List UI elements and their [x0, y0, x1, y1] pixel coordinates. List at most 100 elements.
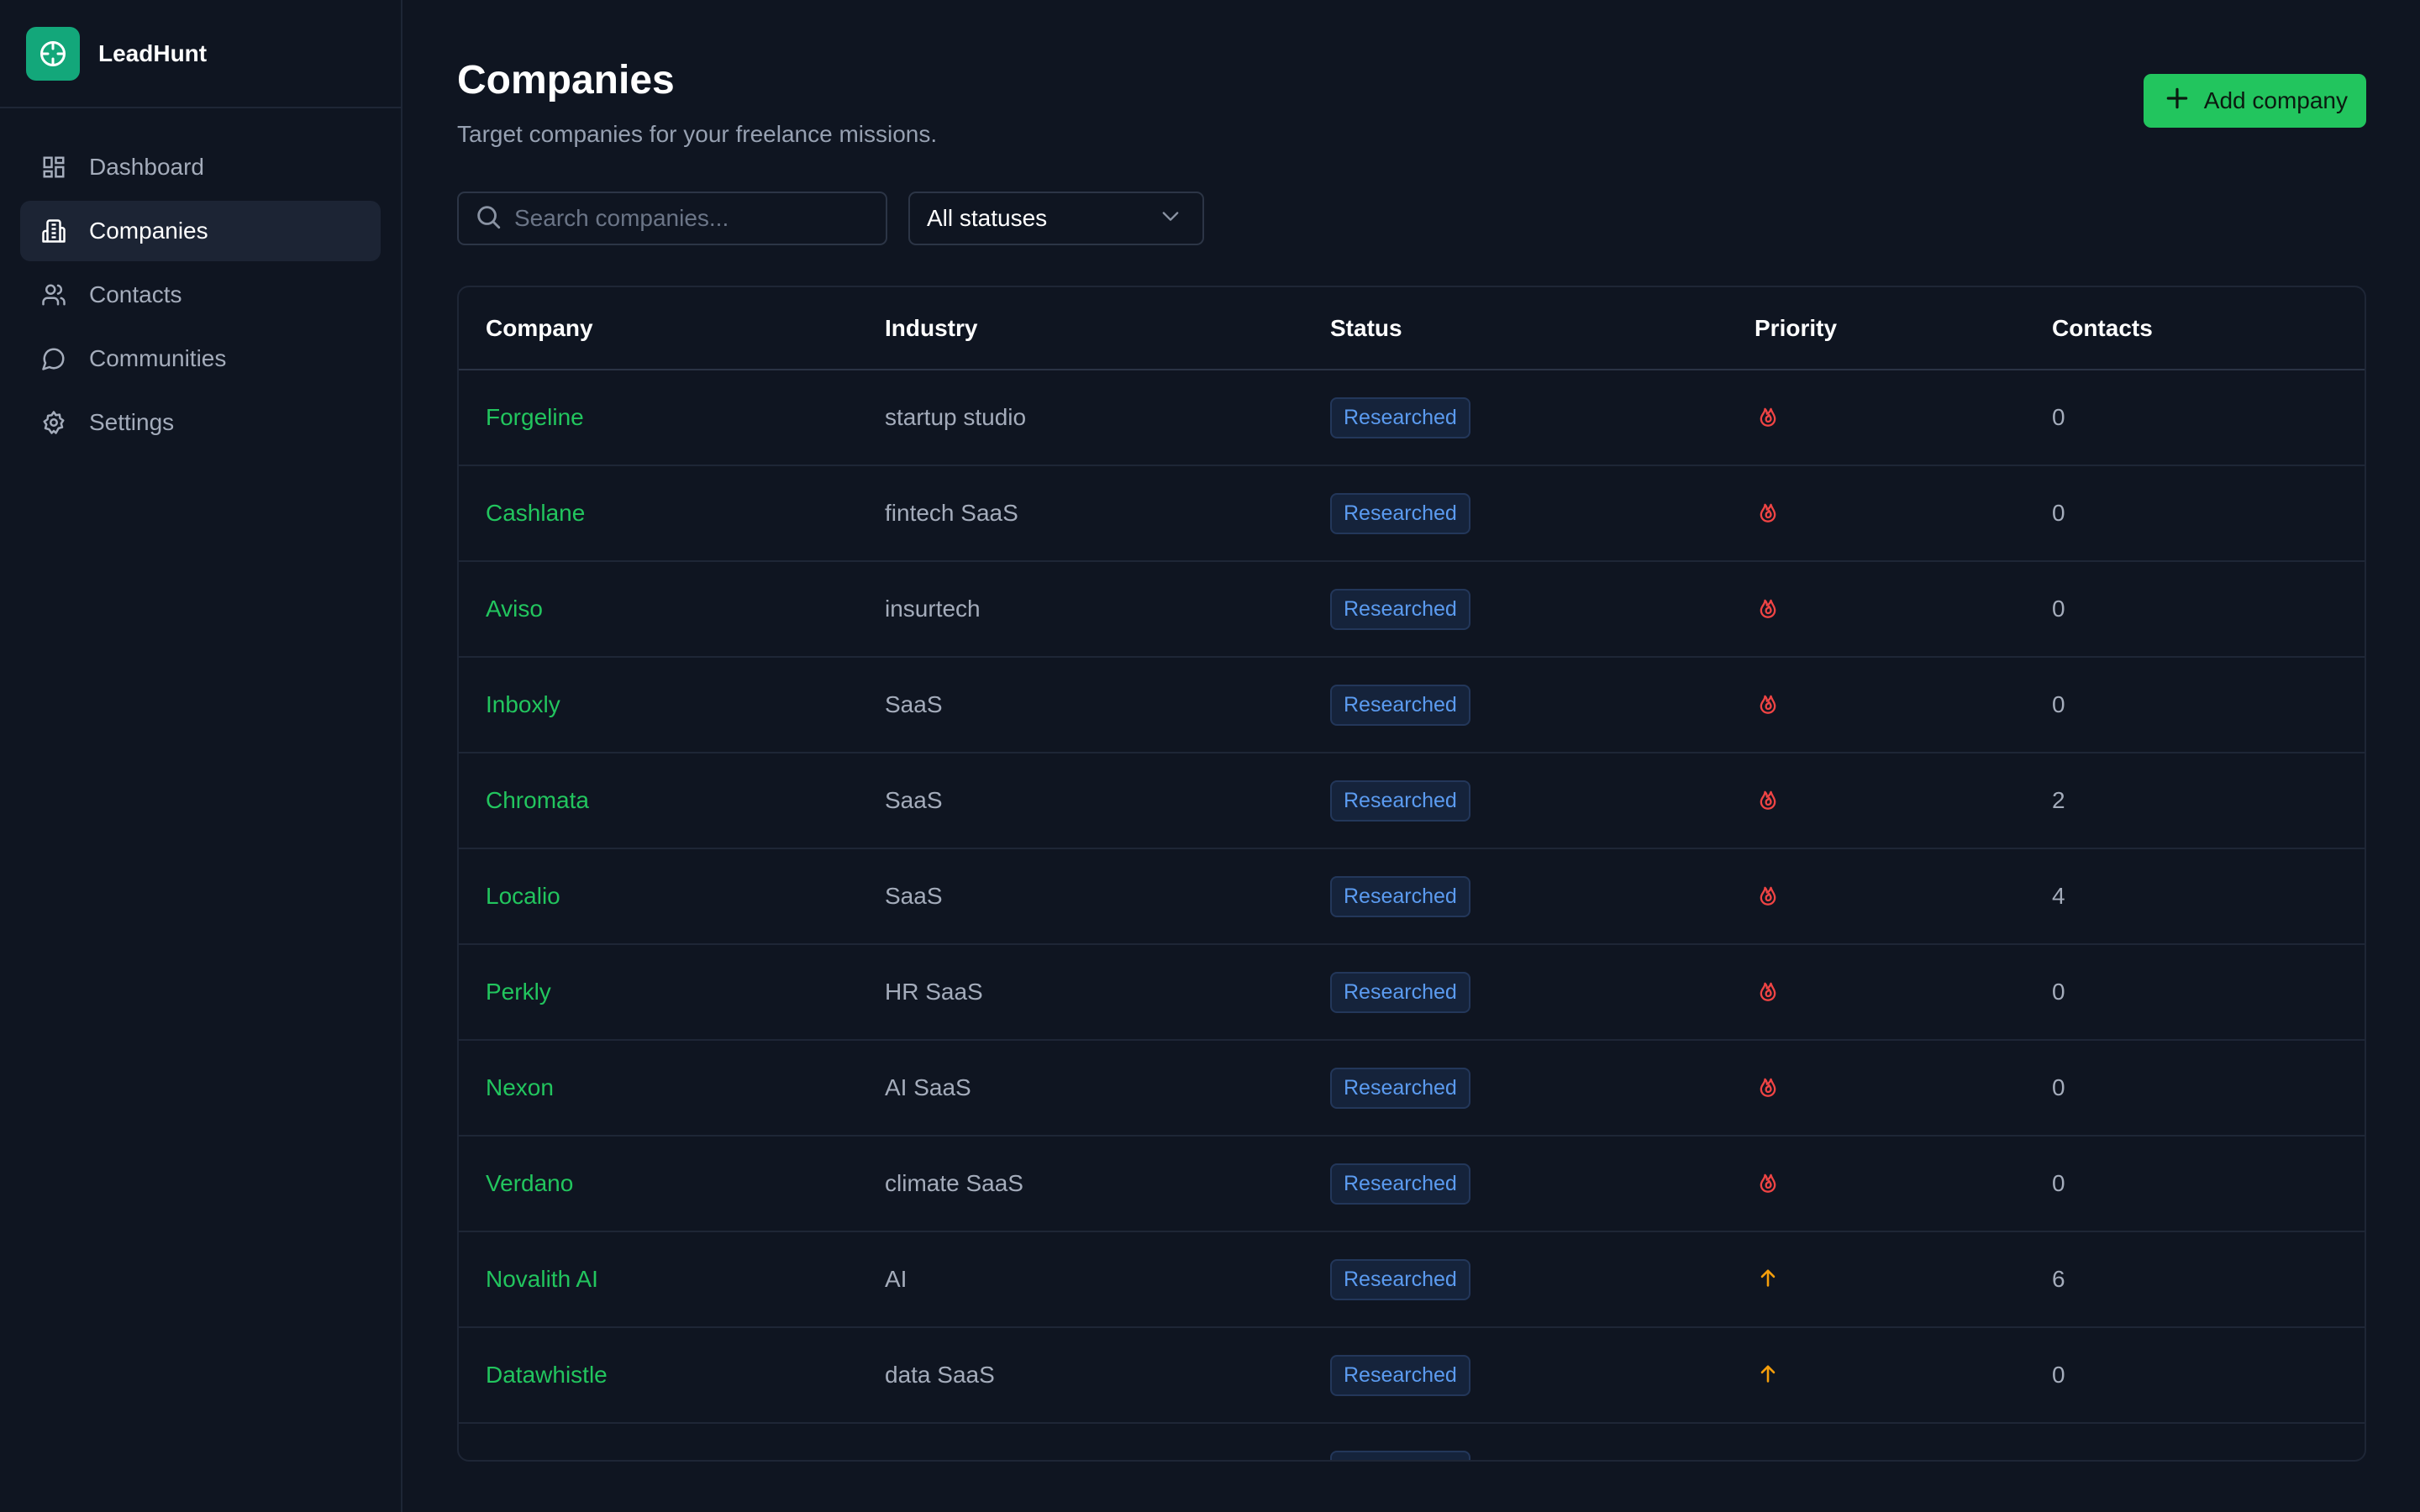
- column-header-company[interactable]: Company: [459, 287, 858, 370]
- page-subtitle: Target companies for your freelance miss…: [457, 121, 938, 147]
- contacts-count: 0: [2052, 979, 2065, 1005]
- status-badge: Researched: [1330, 1067, 1470, 1109]
- column-header-industry[interactable]: Industry: [858, 287, 1303, 370]
- company-name-link[interactable]: Datawhistle: [486, 1362, 608, 1388]
- status-badge: Researched: [1330, 396, 1470, 438]
- contacts-count: 0: [2052, 1074, 2065, 1100]
- arrow-up-icon: [1754, 1264, 1781, 1291]
- building-icon: [40, 218, 67, 244]
- brand[interactable]: LeadHunt: [0, 0, 401, 108]
- contacts-count: 4: [2052, 883, 2065, 909]
- sidebar-item-label: Contacts: [89, 281, 182, 307]
- company-name-link[interactable]: Forgeline: [486, 404, 584, 430]
- table-row[interactable]: Inboxly SaaS Researched 0: [459, 657, 2365, 753]
- brand-name: LeadHunt: [98, 39, 208, 66]
- table-header-row: Company Industry Status Priority Contact…: [459, 287, 2365, 370]
- sidebar-item-communities[interactable]: Communities: [20, 328, 381, 389]
- company-name-link[interactable]: Perkly: [486, 979, 551, 1005]
- company-name-link[interactable]: Novalith AI: [486, 1266, 598, 1292]
- industry-cell: data SaaS: [885, 1362, 995, 1388]
- industry-cell: climate SaaS: [885, 1170, 1023, 1196]
- table-row[interactable]: Verdano climate SaaS Researched 0: [459, 1136, 2365, 1232]
- status-badge: Researched: [1330, 588, 1470, 630]
- industry-cell: AI SaaS: [885, 1074, 971, 1100]
- company-name-link[interactable]: Localio: [486, 883, 560, 909]
- status-badge: Researched: [1330, 1163, 1470, 1205]
- industry-cell: AI: [885, 1266, 908, 1292]
- company-name-link[interactable]: Chromata: [486, 787, 589, 813]
- add-company-label: Add company: [2203, 87, 2348, 113]
- company-name-link[interactable]: Inboxly: [486, 691, 560, 717]
- table-row[interactable]: H AI Researched 0: [459, 1423, 2365, 1461]
- status-badge: Researched: [1330, 1258, 1470, 1300]
- flame-icon: [1754, 498, 1781, 525]
- industry-cell: fintech SaaS: [885, 500, 1018, 526]
- sidebar-item-label: Dashboard: [89, 154, 204, 180]
- table-row[interactable]: Cashlane fintech SaaS Researched 0: [459, 465, 2365, 562]
- sidebar-item-settings[interactable]: Settings: [20, 392, 381, 453]
- column-header-priority[interactable]: Priority: [1728, 287, 2025, 370]
- sidebar: LeadHunt Dashboard Companies Contacts Co…: [0, 0, 402, 1512]
- flame-icon: [1754, 402, 1781, 429]
- arrow-up-icon: [1754, 1456, 1781, 1461]
- industry-cell: HR SaaS: [885, 979, 983, 1005]
- contacts-count: 0: [2052, 1170, 2065, 1196]
- sidebar-item-label: Companies: [89, 218, 208, 244]
- sidebar-item-label: Communities: [89, 345, 227, 371]
- flame-icon: [1754, 977, 1781, 1004]
- status-badge: Researched: [1330, 684, 1470, 726]
- plus-icon: [2164, 85, 2191, 118]
- status-badge: Researched: [1330, 971, 1470, 1013]
- table-row[interactable]: Nexon AI SaaS Researched 0: [459, 1040, 2365, 1137]
- status-badge: Researched: [1330, 492, 1470, 534]
- table-row[interactable]: Perkly HR SaaS Researched 0: [459, 944, 2365, 1041]
- sidebar-nav: Dashboard Companies Contacts Communities…: [0, 108, 401, 485]
- company-name-link[interactable]: H: [486, 1457, 502, 1460]
- table-row[interactable]: Chromata SaaS Researched 2: [459, 753, 2365, 849]
- gear-icon: [40, 409, 67, 436]
- industry-cell: SaaS: [885, 691, 943, 717]
- contacts-count: 0: [2052, 1457, 2065, 1460]
- sidebar-item-companies[interactable]: Companies: [20, 201, 381, 261]
- company-name-link[interactable]: Nexon: [486, 1074, 554, 1100]
- flame-icon: [1754, 690, 1781, 717]
- column-header-status[interactable]: Status: [1303, 287, 1728, 370]
- flame-icon: [1754, 594, 1781, 621]
- table-row[interactable]: Aviso insurtech Researched 0: [459, 561, 2365, 658]
- company-name-link[interactable]: Cashlane: [486, 500, 585, 526]
- contacts-count: 0: [2052, 1362, 2065, 1388]
- table-row[interactable]: Forgeline startup studio Researched 0: [459, 370, 2365, 466]
- status-filter-value: All statuses: [927, 205, 1048, 231]
- search-box[interactable]: [457, 192, 887, 245]
- company-name-link[interactable]: Aviso: [486, 596, 543, 622]
- chat-bubble-icon: [40, 345, 67, 372]
- status-filter-select[interactable]: All statuses: [908, 192, 1204, 245]
- table-row[interactable]: Novalith AI AI Researched 6: [459, 1231, 2365, 1328]
- sidebar-item-label: Settings: [89, 409, 175, 435]
- industry-cell: startup studio: [885, 404, 1027, 430]
- crosshair-icon: [26, 26, 80, 81]
- companies-table: Company Industry Status Priority Contact…: [457, 286, 2366, 1462]
- page-title: Companies: [457, 58, 675, 102]
- table-row[interactable]: Localio SaaS Researched 4: [459, 848, 2365, 945]
- sidebar-item-contacts[interactable]: Contacts: [20, 265, 381, 325]
- industry-cell: AI: [885, 1457, 907, 1460]
- column-header-contacts[interactable]: Contacts: [2025, 287, 2365, 370]
- chevron-down-icon: [1159, 204, 1182, 234]
- contacts-count: 0: [2052, 596, 2065, 622]
- flame-icon: [1754, 1073, 1781, 1100]
- status-badge: Researched: [1330, 1450, 1470, 1460]
- flame-icon: [1754, 881, 1781, 908]
- status-badge: Researched: [1330, 780, 1470, 822]
- search-input[interactable]: [514, 205, 867, 232]
- industry-cell: insurtech: [885, 596, 981, 622]
- contacts-count: 0: [2052, 404, 2065, 430]
- main-content: Companies Target companies for your free…: [402, 0, 2420, 1512]
- sidebar-item-dashboard[interactable]: Dashboard: [20, 137, 381, 197]
- company-name-link[interactable]: Verdano: [486, 1170, 573, 1196]
- table-row[interactable]: Datawhistle data SaaS Researched 0: [459, 1327, 2365, 1424]
- add-company-button[interactable]: Add company: [2143, 74, 2366, 128]
- contacts-count: 0: [2052, 691, 2065, 717]
- search-icon: [474, 202, 502, 235]
- filters-bar: All statuses: [457, 192, 2366, 245]
